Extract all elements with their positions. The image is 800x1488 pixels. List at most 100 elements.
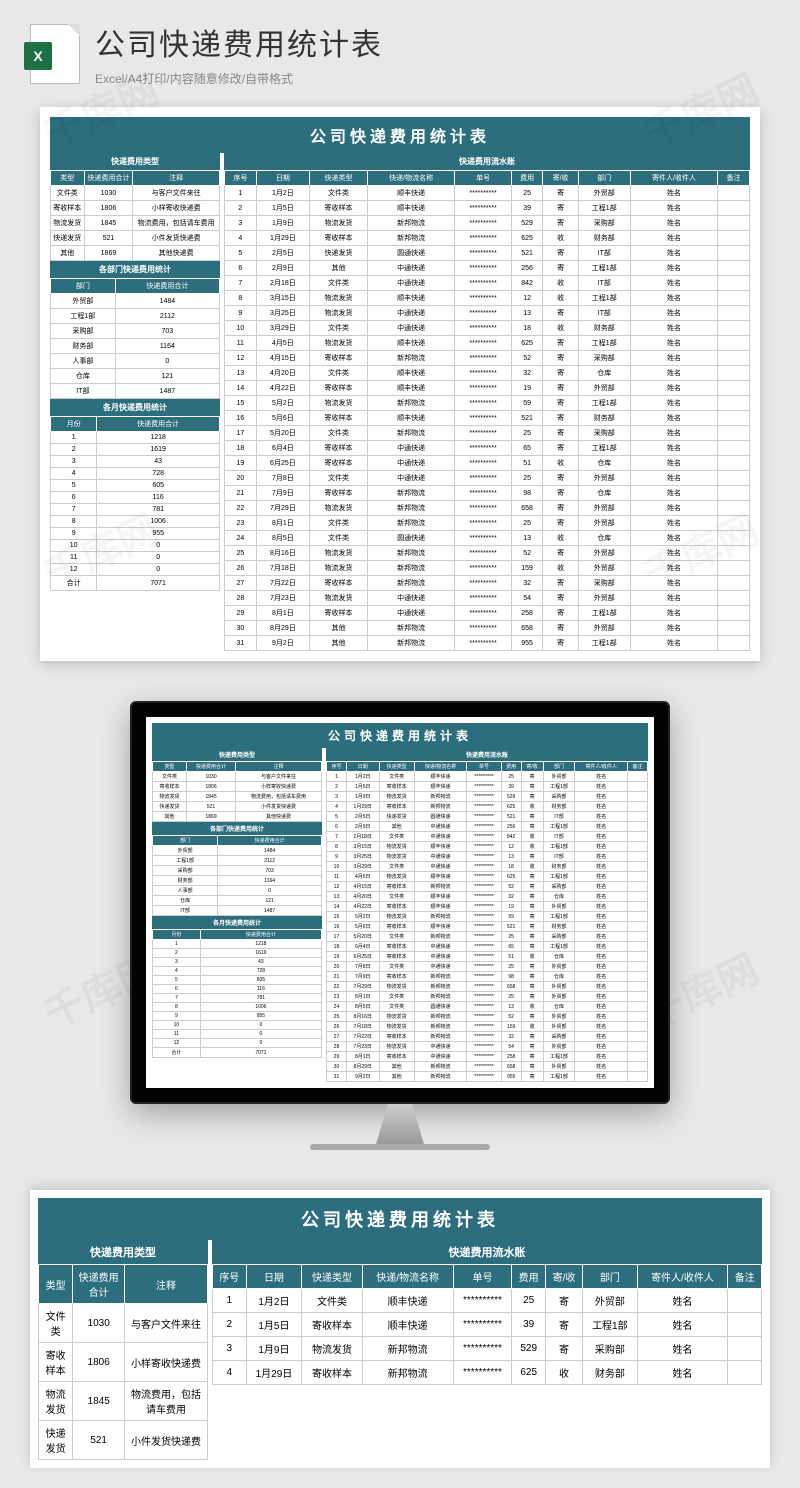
cell: 11 [153,1030,201,1039]
cell: 其他 [51,246,85,261]
cell [628,842,648,852]
cell: 新邦物流 [414,792,467,802]
cell: 23 [327,992,347,1002]
cell: 其他 [310,261,368,276]
table-row: 155月2日物流发货新邦物流**********59寄工程1部姓名 [225,396,750,411]
cell: 收 [543,456,578,471]
table-row: 4728 [51,468,220,480]
cell: 寄 [543,216,578,231]
cell: 5 [153,976,201,985]
cell: 工程1部 [578,291,630,306]
cell: 6月25日 [346,952,379,962]
table-row: 31月9日物流发货新邦物流**********529寄采购部姓名 [213,1337,762,1361]
table-row: 工程1部2112 [153,856,322,866]
cell: 842 [501,832,521,842]
cell: 9 [51,528,97,540]
cell [628,912,648,922]
cell: 寄 [521,972,543,982]
cell: 52 [511,351,543,366]
cell: ********** [453,1361,512,1385]
cell: 中通快递 [367,591,455,606]
cell: 121 [115,369,219,384]
cell: 6月4日 [256,441,309,456]
cell: 30 [327,1062,347,1072]
table-row: 298月1日寄收样本中通快递**********258寄工程1部姓名 [327,1052,648,1062]
cell: 15 [327,912,347,922]
cell: 姓名 [637,1289,728,1313]
cell: IT部 [153,906,218,916]
col-header: 注释 [133,171,220,186]
cell: 7月18日 [256,561,309,576]
cell: 顺丰快递 [367,381,455,396]
cell: 新邦物流 [414,882,467,892]
cell: IT部 [578,306,630,321]
table-row: 文件类1030与客户文件来往 [39,1304,208,1343]
table-row: IT部1487 [51,384,220,399]
cell: 32 [501,892,521,902]
cell: 姓名 [630,621,718,636]
cell: 姓名 [630,321,718,336]
cell: 25 [511,426,543,441]
cell: 顺丰快递 [367,411,455,426]
cell: 1164 [115,339,219,354]
cell: 新邦物流 [362,1361,453,1385]
cell: 寄 [521,872,543,882]
col-header: 快递/物流名称 [414,762,467,772]
cell: ********** [455,426,511,441]
cell: 51 [501,952,521,962]
cell: 外贸部 [543,992,575,1002]
cell: 7月29日 [256,501,309,516]
cell: 寄收样本 [379,902,414,912]
cell: 625 [511,336,543,351]
cell: ********** [455,231,511,246]
cell: 姓名 [575,802,628,812]
cell: 3月29日 [256,321,309,336]
cell: 新邦物流 [414,1032,467,1042]
cell: 姓名 [575,1072,628,1082]
cell: 采购部 [578,426,630,441]
cell: ********** [455,381,511,396]
cell: ********** [455,396,511,411]
cell: 圆通快递 [414,1002,467,1012]
table-row: 93月25日物流发货中通快递**********13寄IT部姓名 [225,306,750,321]
cell: ********** [467,942,501,952]
cell: 物流发货 [379,872,414,882]
table-row: 5605 [51,480,220,492]
cell: 寄收样本 [310,381,368,396]
col-header: 快递费用合计 [200,930,321,940]
cell [718,276,750,291]
cell: 寄 [543,366,578,381]
cell: 27 [327,1032,347,1042]
cell: 外贸部 [578,621,630,636]
cell: 新邦物流 [414,1062,467,1072]
cell: 姓名 [575,782,628,792]
cell: 工程1部 [153,856,218,866]
cell: 842 [511,276,543,291]
table-row: 6116 [153,985,322,994]
table-row: 134月20日文件类顺丰快递**********32寄仓库姓名 [225,366,750,381]
cell: 中通快递 [414,832,467,842]
cell: 5月2日 [256,396,309,411]
table-row: 11月2日文件类顺丰快递**********25寄外贸部姓名 [213,1289,762,1313]
cell: 12 [51,564,97,576]
cell: 物流费用，包括请车费用 [236,792,322,802]
cell: 文件类 [51,186,85,201]
cell: 1218 [200,940,321,949]
cell: 人事部 [51,354,116,369]
cell: 与客户文件来往 [236,772,322,782]
cell: 955 [511,636,543,651]
cell: 外贸部 [543,1022,575,1032]
cell: 4 [213,1361,247,1385]
table-row: 103月29日文件类中通快递**********18收财务部姓名 [225,321,750,336]
cell: 605 [200,976,321,985]
cell: 22 [327,982,347,992]
table-row: 110 [51,552,220,564]
cell: 4 [153,967,201,976]
cell: 7月8日 [346,962,379,972]
table-row: 175月20日文件类新邦物流**********25寄采购部姓名 [225,426,750,441]
cell: 快递发货 [39,1421,73,1460]
cell: 5月2日 [346,912,379,922]
cell [718,456,750,471]
cell: 收 [521,952,543,962]
cell: 姓名 [575,952,628,962]
